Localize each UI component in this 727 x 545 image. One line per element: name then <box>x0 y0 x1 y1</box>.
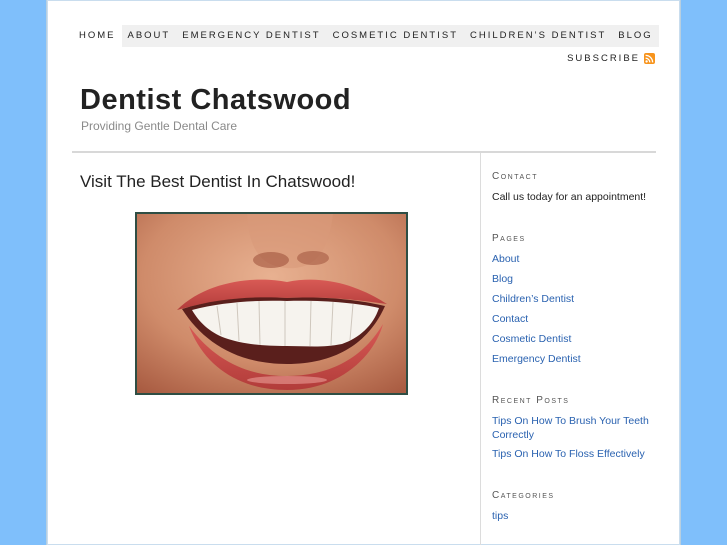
contact-widget-title: Contact <box>492 171 538 182</box>
nav-item-cosmetic-dentist[interactable]: Cosmetic Dentist <box>326 25 464 47</box>
nav-item-emergency-dentist[interactable]: Emergency Dentist <box>176 25 327 47</box>
nav-item-childrens-dentist[interactable]: Children’s Dentist <box>464 25 613 47</box>
category-link-tips[interactable]: tips <box>492 509 508 523</box>
pages-link-blog[interactable]: Blog <box>492 272 513 286</box>
nav-item-about[interactable]: About <box>121 25 177 47</box>
post-title[interactable]: Visit The Best Dentist In Chatswood! <box>80 172 355 192</box>
site-title[interactable]: Dentist Chatswood <box>80 84 351 117</box>
pages-link-about[interactable]: About <box>492 252 519 266</box>
pages-link-contact[interactable]: Contact <box>492 312 528 326</box>
recent-posts-widget-title: Recent Posts <box>492 395 570 406</box>
recent-post-link[interactable]: Tips On How To Floss Effectively <box>492 447 645 461</box>
nav-item-home[interactable]: Home <box>73 25 122 47</box>
header-divider <box>72 151 656 153</box>
site-tagline: Providing Gentle Dental Care <box>81 119 238 133</box>
column-divider <box>480 153 481 545</box>
pages-link-childrens-dentist[interactable]: Children’s Dentist <box>492 292 574 306</box>
page-container: Home About Emergency Dentist Cosmetic De… <box>46 0 681 545</box>
contact-widget-text: Call us today for an appointment! <box>492 191 647 203</box>
post-image-smile <box>135 212 408 395</box>
categories-widget-title: Categories <box>492 490 555 501</box>
pages-link-cosmetic-dentist[interactable]: Cosmetic Dentist <box>492 332 571 346</box>
recent-post-link[interactable]: Tips On How To Brush Your Teeth Correctl… <box>492 414 657 442</box>
nav-item-blog[interactable]: Blog <box>612 25 659 47</box>
main-nav: Home About Emergency Dentist Cosmetic De… <box>73 25 659 47</box>
pages-link-emergency-dentist[interactable]: Emergency Dentist <box>492 352 581 366</box>
subscribe-label: Subscribe <box>567 52 640 64</box>
subscribe-link[interactable]: Subscribe <box>567 51 655 65</box>
pages-widget-title: Pages <box>492 233 526 244</box>
rss-icon[interactable] <box>644 52 655 64</box>
